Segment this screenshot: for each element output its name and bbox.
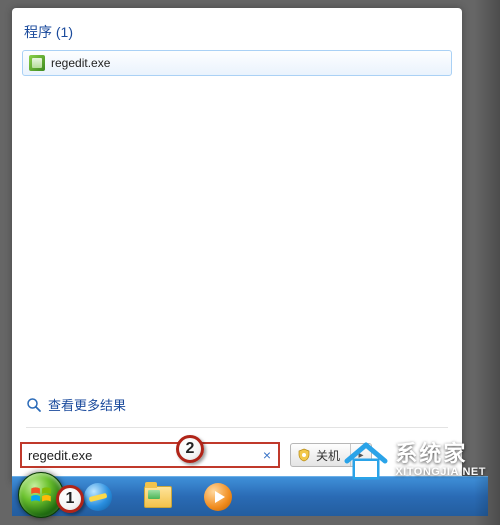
internet-explorer-icon <box>84 483 112 511</box>
windows-logo-icon <box>28 482 54 508</box>
taskbar-item-media-player[interactable] <box>192 480 244 514</box>
search-icon <box>26 397 42 413</box>
see-more-results-link[interactable]: 查看更多结果 <box>26 395 126 414</box>
shutdown-label: 关机 <box>316 447 340 464</box>
divider <box>26 427 448 428</box>
watermark-logo-icon <box>343 437 389 483</box>
clear-search-button[interactable]: × <box>260 448 274 462</box>
program-result-label: regedit.exe <box>51 56 110 70</box>
start-menu-panel: 程序 (1) regedit.exe 查看更多结果 × <box>12 8 462 484</box>
watermark-text-url: XITONGJIA.NET <box>395 466 486 478</box>
annotation-marker-1: 1 <box>56 485 84 513</box>
taskbar-item-explorer[interactable] <box>132 480 184 514</box>
watermark: 系统家 XITONGJIA.NET <box>343 437 486 483</box>
screenshot-stage: 程序 (1) regedit.exe 查看更多结果 × <box>0 0 500 525</box>
program-result-regedit[interactable]: regedit.exe <box>22 50 452 76</box>
watermark-text-cn: 系统家 <box>395 442 486 466</box>
see-more-results-label: 查看更多结果 <box>48 395 126 414</box>
annotation-marker-2: 2 <box>176 435 204 463</box>
shutdown-button[interactable]: 关机 <box>291 444 351 466</box>
file-explorer-icon <box>144 486 172 508</box>
shield-icon <box>297 448 311 462</box>
regedit-icon <box>29 55 45 71</box>
programs-header: 程序 (1) <box>20 14 454 48</box>
media-player-icon <box>204 483 232 511</box>
search-input[interactable] <box>22 444 278 466</box>
search-input-highlight: × <box>20 442 280 468</box>
